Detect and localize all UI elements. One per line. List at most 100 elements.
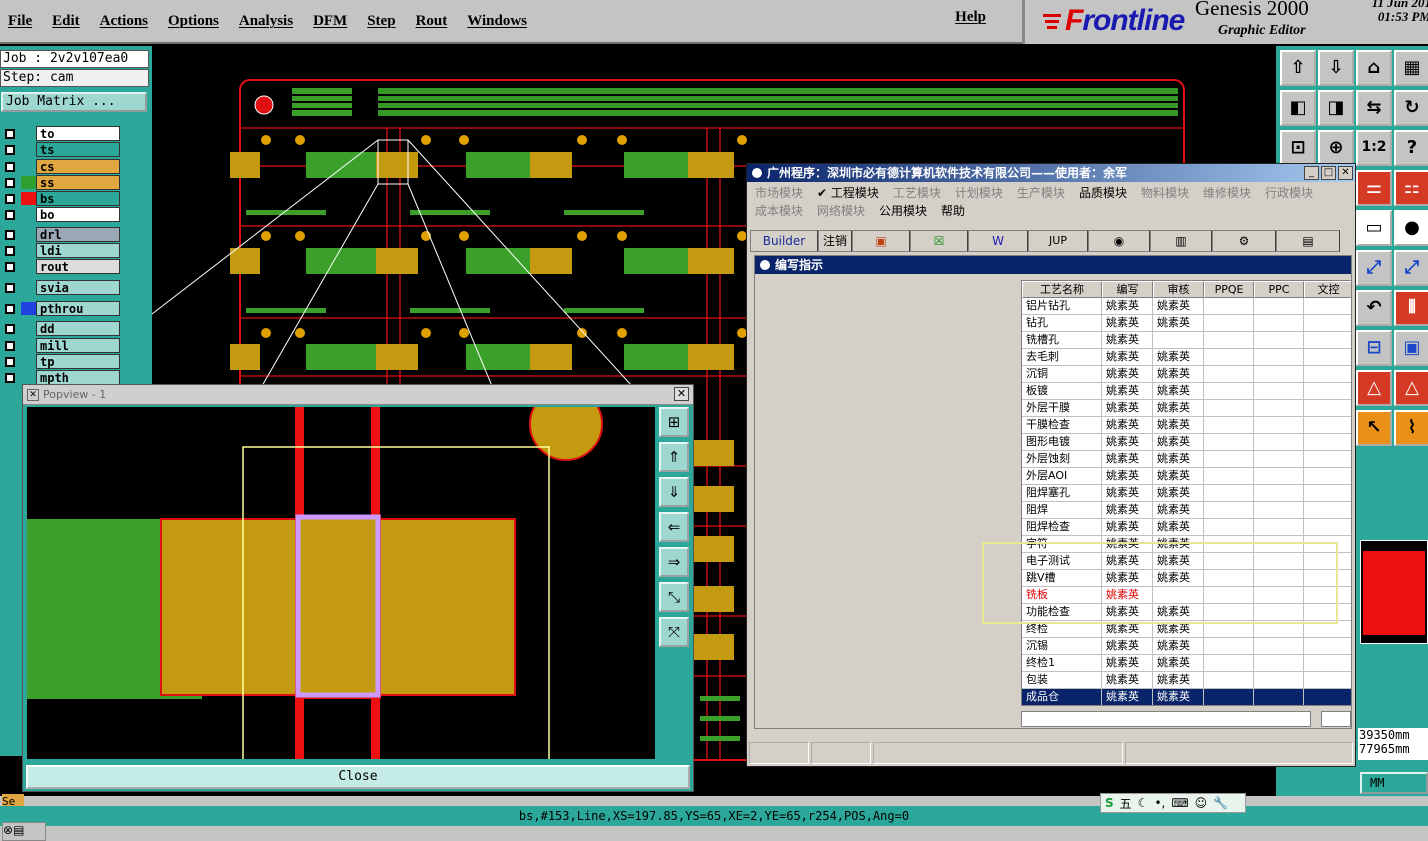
table-row[interactable]: 干膜检查 姚素英 姚素英	[1022, 417, 1351, 434]
rotate-icon[interactable]: ↻	[1394, 90, 1428, 126]
triangle-alt-icon[interactable]: △	[1394, 370, 1428, 406]
pan-right-button[interactable]: ⇒	[659, 547, 689, 577]
keyboard-icon[interactable]: ⌨	[1171, 796, 1188, 810]
archive-icon[interactable]: ▥	[1150, 230, 1212, 252]
module-menu-item[interactable]: 网络模块	[817, 202, 865, 219]
word-icon[interactable]: W	[968, 230, 1028, 252]
layer-name[interactable]: rout	[36, 259, 120, 274]
layer-row-dd[interactable]: dd	[2, 321, 120, 336]
zoom-in-button[interactable]: ⤧	[659, 617, 689, 647]
menu-actions[interactable]: Actions	[100, 13, 148, 30]
table-row[interactable]: 阻焊检查 姚素英 姚素英	[1022, 519, 1351, 536]
layer-row-mill[interactable]: mill	[2, 338, 120, 353]
table-row[interactable]: 沉铜 姚素英 姚素英	[1022, 366, 1351, 383]
layer-row-drl[interactable]: drl	[2, 227, 120, 242]
moon-icon[interactable]: ☾	[1138, 796, 1149, 810]
module-menu-item[interactable]: ✔ 工程模块	[817, 184, 879, 201]
job-matrix-button[interactable]: Job Matrix ...	[1, 92, 147, 112]
units-button[interactable]: MM	[1360, 772, 1428, 794]
popview-menu-icon[interactable]: ✕	[27, 389, 39, 401]
print-icon[interactable]: ▤	[1276, 230, 1340, 252]
menu-rout[interactable]: Rout	[416, 13, 448, 30]
line-tool-icon[interactable]: ⤢	[1356, 250, 1392, 286]
close-icon[interactable]: ✕	[1338, 166, 1353, 180]
taskbar-close-icon[interactable]: ⊗	[3, 823, 13, 837]
layer-name[interactable]: mill	[36, 338, 120, 353]
column-header[interactable]: PPC	[1254, 281, 1304, 298]
layer-row-bs[interactable]: bs	[2, 191, 120, 206]
popview-close-button[interactable]: Close	[26, 765, 690, 789]
table-row[interactable]: 阻焊 姚素英 姚素英	[1022, 502, 1351, 519]
layer-name[interactable]: cs	[36, 159, 120, 174]
layer-name[interactable]: dd	[36, 321, 120, 336]
table-row[interactable]: 钻孔 姚素英 姚素英	[1022, 315, 1351, 332]
menu-windows[interactable]: Windows	[467, 13, 527, 30]
table-row[interactable]: 外层蚀刻 姚素英 姚素英	[1022, 451, 1351, 468]
pointer-icon[interactable]: ↖	[1356, 410, 1392, 446]
column-header[interactable]: 审核	[1153, 281, 1204, 298]
layer-toggle-icon[interactable]: ⚌	[1356, 170, 1392, 206]
module-menu-item[interactable]: 工艺模块	[893, 184, 941, 201]
pan-down-button[interactable]: ⇓	[659, 477, 689, 507]
layer-row-ss[interactable]: ss	[2, 175, 120, 190]
column-header[interactable]: 工艺名称	[1022, 281, 1102, 298]
menu-dfm[interactable]: DFM	[313, 13, 347, 30]
window-icon[interactable]: ▦	[1394, 50, 1428, 86]
module-menu-item[interactable]: 行政模块	[1265, 184, 1313, 201]
curve-icon[interactable]: ↶	[1356, 290, 1392, 326]
module-menu-item[interactable]: 生产模块	[1017, 184, 1065, 201]
wrench-icon[interactable]: 🔧	[1213, 796, 1228, 810]
taskbar-icons[interactable]: ⊗▤	[2, 822, 46, 841]
layer-checkbox[interactable]	[5, 144, 15, 155]
layer-name[interactable]: bo	[36, 207, 120, 222]
layer-checkbox[interactable]	[5, 323, 15, 334]
ime-mode[interactable]: 五	[1120, 795, 1132, 812]
home-icon[interactable]: ⌂	[1356, 50, 1392, 86]
layer-row-ldi[interactable]: ldi	[2, 243, 120, 258]
scale-icon[interactable]: 1:2	[1356, 130, 1392, 166]
layer-name[interactable]: ldi	[36, 243, 120, 258]
table-row[interactable]: 板镀 姚素英 姚素英	[1022, 383, 1351, 400]
layer-row-cs[interactable]: cs	[2, 159, 120, 174]
layer-checkbox[interactable]	[5, 193, 15, 204]
table-row[interactable]: 字符 姚素英 姚素英	[1022, 536, 1351, 553]
minimize-icon[interactable]: _	[1304, 166, 1319, 180]
center-icon[interactable]: ⊕	[1318, 130, 1354, 166]
ruler-icon[interactable]: ▭	[1356, 210, 1392, 246]
right-arrow-icon[interactable]: ◨	[1318, 90, 1354, 126]
column-header[interactable]: 编写	[1102, 281, 1153, 298]
menu-analysis[interactable]: Analysis	[239, 13, 293, 30]
taskbar-window-icon[interactable]: ▤	[13, 823, 24, 837]
module-menu-item[interactable]: 品质模块	[1079, 184, 1127, 201]
layer-row-to[interactable]: to	[2, 126, 120, 141]
layer-checkbox[interactable]	[5, 245, 15, 256]
module-menu-item[interactable]: 成本模块	[755, 202, 803, 219]
table-input-small[interactable]	[1321, 711, 1351, 727]
layer-row-svia[interactable]: svia	[2, 280, 120, 295]
layer-name[interactable]: tp	[36, 354, 120, 369]
logout-button[interactable]: 注销	[818, 230, 852, 252]
menu-step[interactable]: Step	[367, 13, 395, 30]
popview-close-icon[interactable]: ✕	[674, 387, 689, 401]
view-icon[interactable]: ◉	[1088, 230, 1150, 252]
table-row[interactable]: 终检1 姚素英 姚素英	[1022, 655, 1351, 672]
arc-tool-icon[interactable]: ⤢	[1394, 250, 1428, 286]
layer-row-ts[interactable]: ts	[2, 142, 120, 157]
layer-checkbox[interactable]	[5, 161, 15, 172]
layer-checkbox[interactable]	[5, 229, 15, 240]
popview-view[interactable]	[27, 407, 655, 759]
feature-icon[interactable]: ⫴	[1394, 290, 1428, 326]
open-icon[interactable]: ⇩	[1318, 50, 1354, 86]
triangle-icon[interactable]: △	[1356, 370, 1392, 406]
pan-left-button[interactable]: ⇐	[659, 512, 689, 542]
layer-checkbox[interactable]	[5, 261, 15, 272]
layer-name[interactable]: mpth	[36, 370, 120, 385]
module-menu-item[interactable]: 公用模块	[879, 202, 927, 219]
layer-name[interactable]: ss	[36, 175, 120, 190]
pad-icon[interactable]: ●	[1394, 210, 1428, 246]
table-row[interactable]: 终检 姚素英 姚素英	[1022, 621, 1351, 638]
question-icon[interactable]: ?	[1394, 130, 1428, 166]
module-menu-item[interactable]: 市场模块	[755, 184, 803, 201]
table-row[interactable]: 成品仓 姚素英 姚素英	[1022, 689, 1351, 705]
column-header[interactable]: 文控	[1304, 281, 1351, 298]
